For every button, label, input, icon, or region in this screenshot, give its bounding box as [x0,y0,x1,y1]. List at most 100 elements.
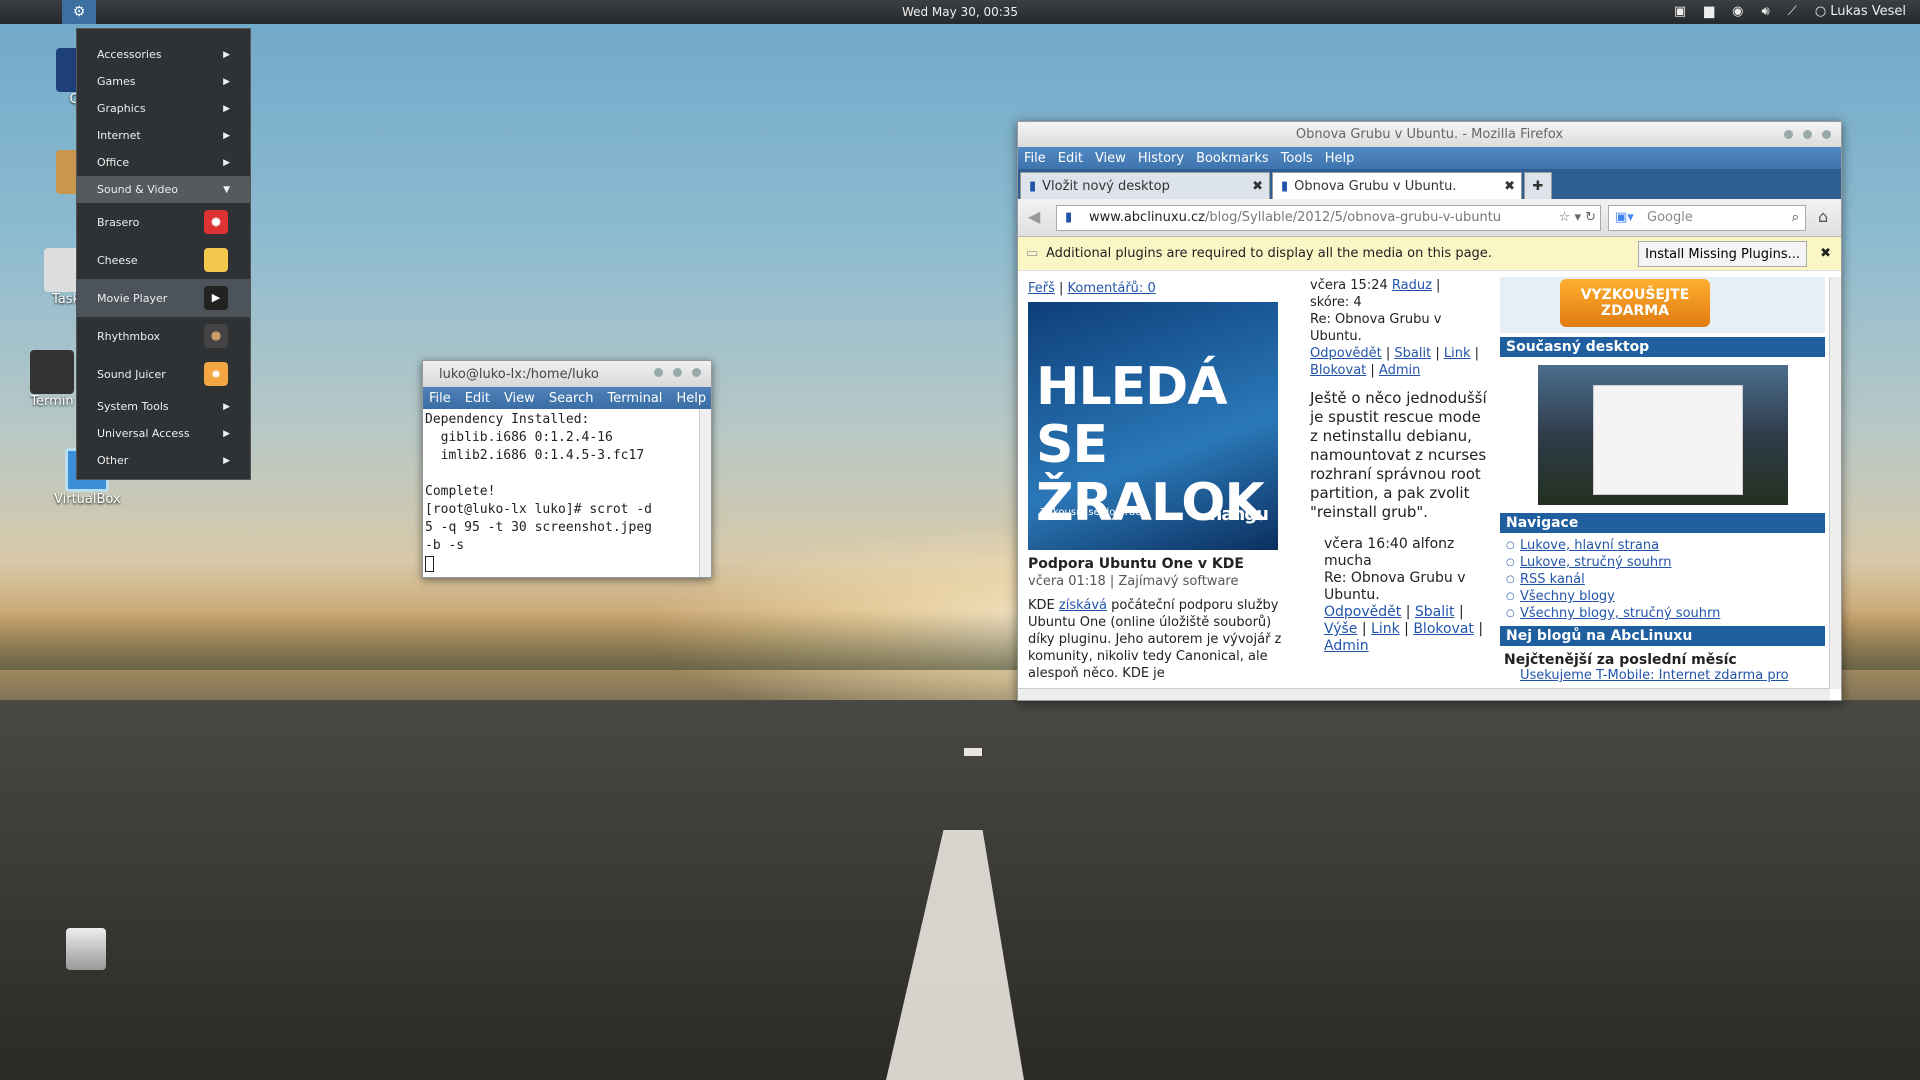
menu-help[interactable]: Help [1325,151,1355,166]
nav-link[interactable]: RSS kanál [1520,572,1585,587]
admin-link[interactable]: Admin [1379,363,1420,378]
applications-menu: Accessories ▶ Games ▶ Graphics ▶ Internet ▶ … [76,28,251,480]
close-notification-icon[interactable]: ✖ [1820,246,1831,261]
menu-item-rhythmbox[interactable]: Rhythmbox [77,317,250,355]
search-input[interactable]: ▣▾ Google ⌕ [1608,205,1806,231]
folder-icon[interactable]: ▆ [1704,4,1714,19]
menu-item-office[interactable]: Office ▶ [77,149,250,176]
network-icon[interactable]: ⟋ [1788,4,1797,19]
maximize-icon[interactable] [1803,130,1812,139]
firefox-titlebar[interactable]: Obnova Grubu v Ubuntu. - Mozilla Firefox [1018,122,1841,147]
menu-item-sound-juicer[interactable]: Sound Juicer [77,355,250,393]
article-link[interactable]: získává [1059,598,1107,613]
menu-item-internet[interactable]: Internet ▶ [77,122,250,149]
nav-link[interactable]: Všechny blogy, stručný souhrn [1520,606,1720,621]
article-meta: včera 01:18 | Zajímavý software [1028,574,1239,589]
minimize-icon[interactable] [1784,130,1793,139]
menu-item-other[interactable]: Other ▶ [77,447,250,474]
menu-item-system-tools[interactable]: System Tools ▶ [77,393,250,420]
menu-label: Accessories [97,48,162,61]
page-horizontal-scrollbar[interactable] [1018,688,1830,700]
terminal-window[interactable]: luko@luko-lx:/home/luko File Edit View S… [422,360,712,578]
reply-link[interactable]: Odpovědět [1310,346,1382,361]
permalink[interactable]: Link [1371,621,1400,637]
nav-item[interactable]: Lukove, hlavní strana [1500,537,1825,554]
new-tab-button[interactable]: ✚ [1524,172,1552,199]
close-tab-icon[interactable]: ✖ [1252,179,1263,194]
terminal-titlebar[interactable]: luko@luko-lx:/home/luko [423,361,711,387]
menu-item-universal-access[interactable]: Universal Access ▶ [77,420,250,447]
maximize-icon[interactable] [673,368,682,377]
menu-file[interactable]: File [429,391,451,406]
try-free-button[interactable]: VYZKOUŠEJTE ZDARMA [1560,279,1710,327]
back-icon[interactable]: ◀ [1028,207,1040,226]
comment-author-link[interactable]: Raduz [1392,278,1432,293]
desktop-icon-trash[interactable] [66,928,106,970]
tab-obnova[interactable]: ▮ Obnova Grubu v Ubuntu. ✖ [1272,172,1522,199]
menu-terminal[interactable]: Terminal [607,391,662,406]
menu-edit[interactable]: Edit [1058,151,1083,166]
bookmark-star-icon[interactable]: ☆ ▾ ↻ [1559,206,1596,230]
link-comments[interactable]: Komentářů: 0 [1068,281,1156,296]
clock[interactable]: Wed May 30, 00:35 [0,5,1920,19]
page-vertical-scrollbar[interactable] [1829,277,1841,689]
menu-item-graphics[interactable]: Graphics ▶ [77,95,250,122]
desktop-screenshot-thumbnail[interactable] [1537,365,1788,505]
menu-item-movie-player[interactable]: Movie Player ▶ [77,279,250,317]
block-link[interactable]: Blokovat [1413,621,1474,637]
menu-view[interactable]: View [1095,151,1126,166]
close-icon[interactable] [1822,130,1831,139]
url-path: /blog/Syllable/2012/5/obnova-grubu-v-ubu… [1204,210,1502,225]
menu-search[interactable]: Search [549,391,594,406]
terminal-scrollbar[interactable] [699,409,711,577]
minimize-icon[interactable] [654,368,663,377]
menu-item-games[interactable]: Games ▶ [77,68,250,95]
user-menu[interactable]: ○ Lukas Vesel [1815,4,1906,19]
menu-item-accessories[interactable]: Accessories ▶ [77,41,250,68]
reply-link[interactable]: Odpovědět [1324,604,1401,620]
menu-history[interactable]: History [1138,151,1184,166]
terminal-output[interactable]: Dependency Installed: giblib.i686 0:1.2.… [423,409,711,575]
volume-icon[interactable]: 🔊︎ [1762,4,1770,19]
desktop-icon-terminal[interactable]: Termin [30,350,74,409]
menu-tools[interactable]: Tools [1281,151,1313,166]
advertisement-banner[interactable]: HLEDÁ SE ŽRALOK Zakousni se do práce nangu [1028,302,1278,550]
block-link[interactable]: Blokovat [1310,363,1366,378]
menu-help[interactable]: Help [676,391,706,406]
menu-item-brasero[interactable]: Brasero [77,203,250,241]
screenshot-icon[interactable]: ▣ [1674,4,1686,19]
menu-item-sound-video[interactable]: Sound & Video ▼ [77,176,250,203]
nav-item[interactable]: Všechny blogy [1500,588,1825,605]
nav-item[interactable]: Všechny blogy, stručný souhrn [1500,605,1825,622]
admin-link[interactable]: Admin [1324,638,1369,654]
best-blog-link[interactable]: Usekujeme T-Mobile: Internet zdarma pro [1520,668,1789,683]
nav-item[interactable]: Lukove, stručný souhrn [1500,554,1825,571]
menu-file[interactable]: File [1024,151,1046,166]
menu-view[interactable]: View [504,391,535,406]
collapse-link[interactable]: Sbalit [1415,604,1455,620]
menu-label: Games [97,75,136,88]
menu-item-cheese[interactable]: Cheese [77,241,250,279]
close-icon[interactable] [692,368,701,377]
nav-link[interactable]: Lukove, hlavní strana [1520,538,1659,553]
home-icon[interactable]: ⌂ [1818,207,1828,226]
menu-edit[interactable]: Edit [465,391,490,406]
page-content: Feřš | Komentářů: 0 HLEDÁ SE ŽRALOK Zakou… [1018,277,1830,687]
permalink[interactable]: Link [1444,346,1471,361]
close-tab-icon[interactable]: ✖ [1504,179,1515,194]
thumbnail-window [1592,385,1743,495]
firefox-window[interactable]: Obnova Grubu v Ubuntu. - Mozilla Firefox… [1017,121,1842,701]
tab-vlozit[interactable]: ▮ Vložit nový desktop ✖ [1020,172,1270,199]
link-fers[interactable]: Feřš [1028,281,1055,296]
url-bar[interactable]: ▮ www.abclinuxu.cz/blog/Syllable/2012/5/o… [1056,205,1601,231]
install-plugins-button[interactable]: Install Missing Plugins... [1638,241,1807,267]
menu-bookmarks[interactable]: Bookmarks [1196,151,1269,166]
parent-link[interactable]: Výše [1324,621,1357,637]
collapse-link[interactable]: Sbalit [1394,346,1431,361]
article-title[interactable]: Podpora Ubuntu One v KDE [1028,556,1283,572]
nav-link[interactable]: Všechny blogy [1520,589,1615,604]
accessibility-icon[interactable]: ◉ [1732,4,1743,19]
search-icon[interactable]: ⌕ [1792,206,1799,230]
nav-item[interactable]: RSS kanál [1500,571,1825,588]
nav-link[interactable]: Lukove, stručný souhrn [1520,555,1671,570]
